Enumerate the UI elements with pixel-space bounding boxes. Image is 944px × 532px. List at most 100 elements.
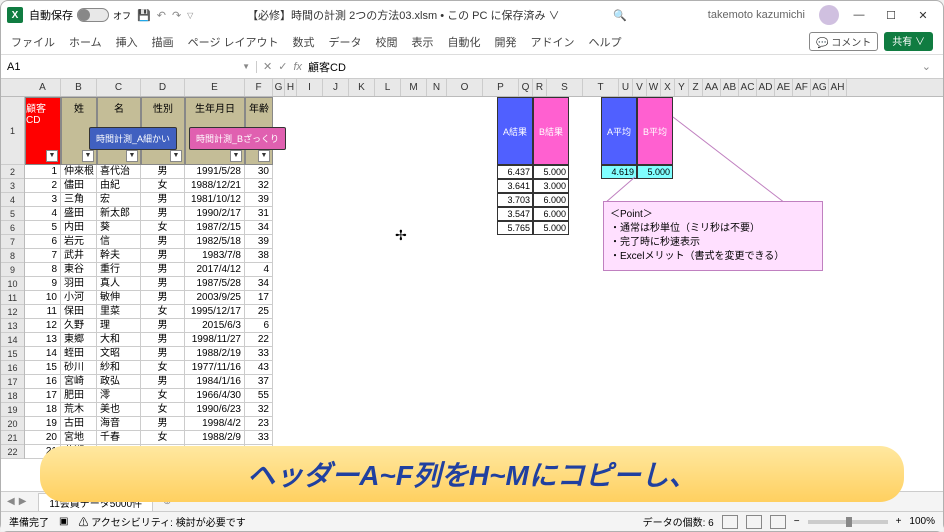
table-row[interactable]: 1仲來根喜代治男1991/5/2830	[25, 165, 943, 179]
cell[interactable]: 2017/4/12	[185, 263, 245, 277]
cell[interactable]: 美也	[97, 403, 141, 417]
table-row[interactable]: 2儘田由紀女1988/12/2132	[25, 179, 943, 193]
cell[interactable]: 3	[25, 193, 61, 207]
row-header-16[interactable]: 16	[1, 361, 24, 375]
cell[interactable]: 17	[245, 291, 273, 305]
macro-button-b[interactable]: 時間計測_Bざっくり	[189, 127, 286, 150]
cell[interactable]: 1982/5/18	[185, 235, 245, 249]
save-icon[interactable]: 💾	[137, 9, 151, 22]
sheet-next-icon[interactable]: ▶	[19, 496, 27, 507]
cell[interactable]: 33	[245, 347, 273, 361]
row-header-5[interactable]: 5	[1, 207, 24, 221]
row-header-15[interactable]: 15	[1, 347, 24, 361]
cell[interactable]: 肥田	[61, 389, 97, 403]
cell[interactable]: 男	[141, 193, 185, 207]
cell[interactable]: 33	[245, 431, 273, 445]
col-header-M[interactable]: M	[401, 79, 427, 96]
col-header-L[interactable]: L	[375, 79, 401, 96]
cell[interactable]: 理	[97, 319, 141, 333]
cell[interactable]: 仲來根	[61, 165, 97, 179]
fx-icon[interactable]: fx	[293, 61, 302, 73]
col-header-S[interactable]: S	[547, 79, 583, 96]
col-header-J[interactable]: J	[323, 79, 349, 96]
tab-developer[interactable]: 開発	[495, 34, 517, 50]
accessibility-status[interactable]: ⚠ アクセシビリティ: 検討が必要です	[78, 514, 245, 529]
col-header-R[interactable]: R	[533, 79, 547, 96]
row-headers[interactable]: 12345678910111213141516171819202122	[1, 97, 25, 459]
cell[interactable]: 男	[141, 375, 185, 389]
cell[interactable]: 12	[25, 319, 61, 333]
cell[interactable]: 32	[245, 179, 273, 193]
table-row[interactable]: 13東郷大和男1998/11/2722	[25, 333, 943, 347]
cell[interactable]: 宮崎	[61, 375, 97, 389]
cell[interactable]: 澪	[97, 389, 141, 403]
col-header-AA[interactable]: AA	[703, 79, 721, 96]
col-header-AF[interactable]: AF	[793, 79, 811, 96]
header-customer-cd[interactable]: 顧客CD▼	[25, 97, 61, 165]
cell[interactable]: 32	[245, 403, 273, 417]
table-row[interactable]: 19古田海音男1998/4/223	[25, 417, 943, 431]
cell[interactable]: 1988/2/9	[185, 431, 245, 445]
table-row[interactable]: 16宮崎政弘男1984/1/1637	[25, 375, 943, 389]
tab-home[interactable]: ホーム	[69, 34, 102, 50]
cell[interactable]: 20	[25, 431, 61, 445]
cell[interactable]: 女	[141, 389, 185, 403]
minimize-button[interactable]: —	[845, 5, 873, 25]
name-box[interactable]: A1 ▼	[1, 61, 257, 73]
cell[interactable]: 男	[141, 291, 185, 305]
cell[interactable]: 女	[141, 403, 185, 417]
filter-icon[interactable]: ▼	[258, 150, 270, 162]
toggle-off-icon[interactable]	[77, 8, 109, 22]
filter-icon[interactable]: ▼	[170, 150, 182, 162]
cell[interactable]: 岩元	[61, 235, 97, 249]
row-header-20[interactable]: 20	[1, 417, 24, 431]
cell[interactable]: 23	[245, 417, 273, 431]
cell[interactable]: 16	[25, 375, 61, 389]
cell[interactable]: 1990/2/17	[185, 207, 245, 221]
cell[interactable]: 信	[97, 235, 141, 249]
cell[interactable]: 4	[25, 207, 61, 221]
zoom-slider[interactable]	[808, 520, 888, 524]
accept-formula-icon[interactable]: ✓	[278, 60, 287, 73]
filter-icon[interactable]: ▼	[230, 150, 242, 162]
undo-icon[interactable]: ↶	[157, 9, 166, 22]
tab-draw[interactable]: 描画	[152, 34, 174, 50]
cell[interactable]: 幹夫	[97, 249, 141, 263]
col-header-K[interactable]: K	[349, 79, 375, 96]
cell[interactable]: 男	[141, 235, 185, 249]
row-header-9[interactable]: 9	[1, 263, 24, 277]
cell[interactable]: 43	[245, 361, 273, 375]
cells-area[interactable]: 顧客CD▼ 姓▼ 名▼ 性別▼ 生年月日▼ 年齢▼ 時間計測_A細かい 時間計測…	[25, 97, 943, 491]
row-header-18[interactable]: 18	[1, 389, 24, 403]
cell[interactable]: 葵	[97, 221, 141, 235]
normal-view-icon[interactable]	[722, 515, 738, 529]
cell[interactable]: 9	[25, 277, 61, 291]
cell[interactable]: 37	[245, 375, 273, 389]
column-headers[interactable]: ABCDEFGHIJKLMNOPQRSTUVWXYZAAABACADAEAFAG…	[1, 79, 943, 97]
cell[interactable]: 1	[25, 165, 61, 179]
cell[interactable]: 蛭田	[61, 347, 97, 361]
col-header-C[interactable]: C	[97, 79, 141, 96]
cell[interactable]: 2015/6/3	[185, 319, 245, 333]
cell[interactable]: 武井	[61, 249, 97, 263]
cell[interactable]: 里菜	[97, 305, 141, 319]
cell[interactable]: 大和	[97, 333, 141, 347]
cell[interactable]: 10	[25, 291, 61, 305]
cell[interactable]: 男	[141, 347, 185, 361]
cell[interactable]: 25	[245, 305, 273, 319]
cell[interactable]: 男	[141, 165, 185, 179]
cell[interactable]: 19	[25, 417, 61, 431]
tab-pagelayout[interactable]: ページ レイアウト	[188, 34, 279, 50]
cell[interactable]: 宏	[97, 193, 141, 207]
filter-icon[interactable]: ▼	[82, 150, 94, 162]
col-header-F[interactable]: F	[245, 79, 273, 96]
cell[interactable]: 小河	[61, 291, 97, 305]
cell[interactable]: 55	[245, 389, 273, 403]
col-header-W[interactable]: W	[647, 79, 661, 96]
cell[interactable]: 31	[245, 207, 273, 221]
row-header-19[interactable]: 19	[1, 403, 24, 417]
cell[interactable]: 久野	[61, 319, 97, 333]
table-row[interactable]: 15砂川紗和女1977/11/1643	[25, 361, 943, 375]
table-row[interactable]: 11保田里菜女1995/12/1725	[25, 305, 943, 319]
cell[interactable]: 新太郎	[97, 207, 141, 221]
